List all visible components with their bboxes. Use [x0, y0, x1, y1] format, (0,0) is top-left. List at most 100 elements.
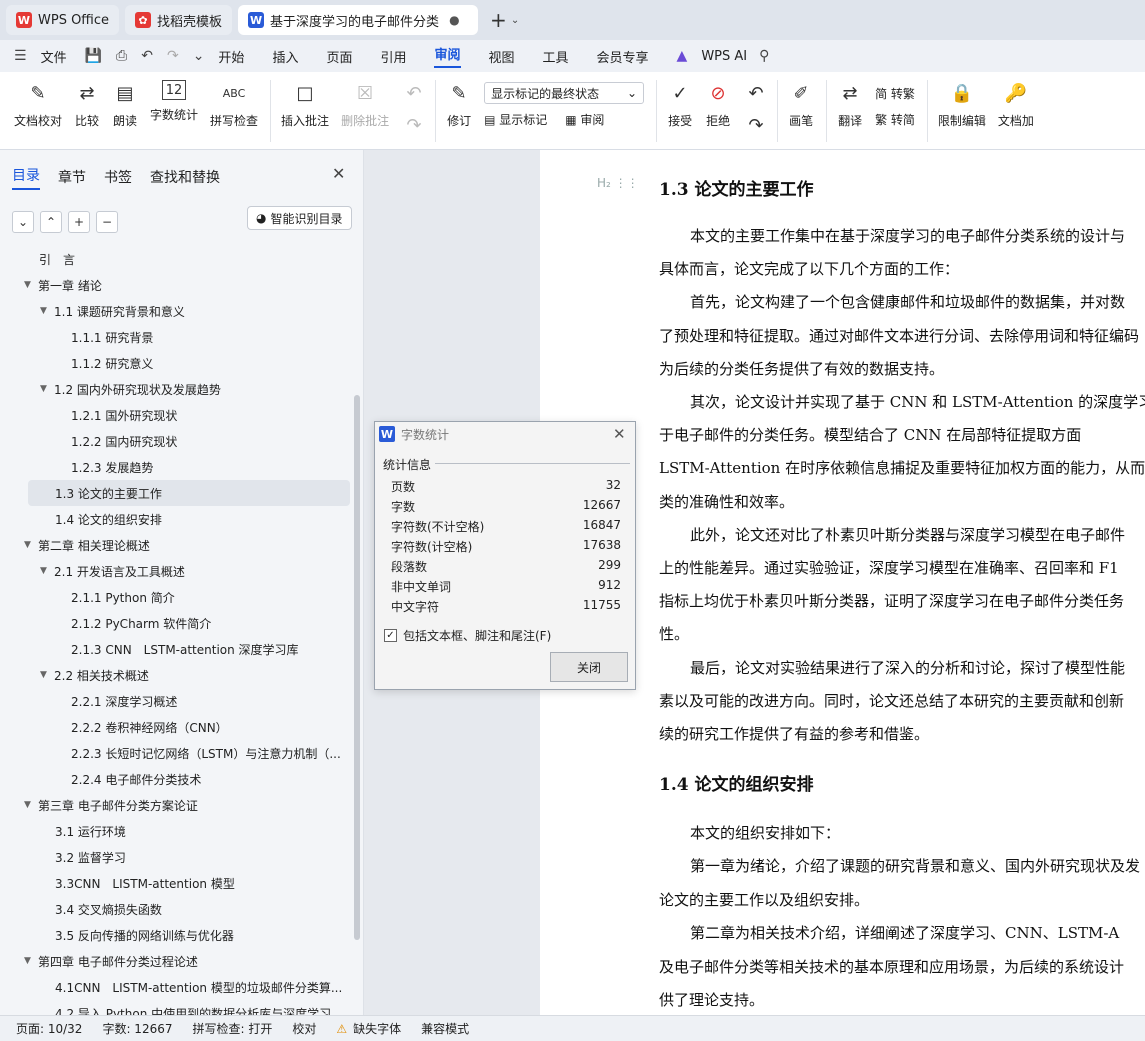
reject-button[interactable]: ⊘ 拒绝: [705, 80, 731, 129]
toc-item[interactable]: 2.2.2 卷积神经网络（CNN）: [0, 714, 356, 740]
toc-item[interactable]: 1.1.2 研究意义: [0, 350, 356, 376]
encrypt-button[interactable]: 🔑 文档加: [998, 80, 1034, 129]
compare-button[interactable]: ⇄ 比较: [74, 80, 100, 129]
review-pane-button[interactable]: ▦ 审阅: [565, 111, 604, 128]
toc-item[interactable]: 1.2.2 国内研究现状: [0, 428, 356, 454]
more-chevron-icon[interactable]: ⌄: [193, 48, 205, 64]
delete-comment-button[interactable]: ☒ 删除批注: [341, 80, 389, 129]
tab-wps-office[interactable]: W WPS Office: [6, 5, 120, 35]
collapse-triangle-icon[interactable]: ▼: [24, 800, 38, 810]
proof-indicator[interactable]: 校对: [292, 1020, 316, 1037]
menu-view[interactable]: 视图: [489, 47, 515, 66]
translate-button[interactable]: ⇄ 翻译: [837, 80, 863, 129]
toc-item[interactable]: 3.1 运行环境: [0, 818, 356, 844]
toc-item[interactable]: 1.2.1 国外研究现状: [0, 402, 356, 428]
tab-sections[interactable]: 章节: [58, 167, 86, 187]
menu-wps-ai[interactable]: WPS AI: [701, 49, 747, 64]
toc-item[interactable]: 4.2 导入 Python 中使用到的数据分析库与深度学习...: [0, 1000, 356, 1016]
to-traditional-button[interactable]: 简 转繁: [875, 80, 915, 106]
markup-select[interactable]: 显示标记的最终状态 ⌄: [484, 82, 645, 104]
restrict-edit-button[interactable]: 🔒 限制编辑: [938, 80, 986, 129]
toc-item[interactable]: 3.4 交叉熵损失函数: [0, 896, 356, 922]
chevron-down-icon[interactable]: ⌄: [511, 15, 519, 26]
toc-scrollbar[interactable]: [354, 395, 360, 940]
toc-item[interactable]: 2.1.1 Python 简介: [0, 584, 356, 610]
word-count-button[interactable]: 12 字数统计: [150, 80, 198, 123]
menu-file[interactable]: 文件: [41, 47, 67, 66]
redo-icon[interactable]: ↷: [167, 48, 179, 64]
comment-nav-buttons[interactable]: ↶ ↷: [401, 80, 427, 138]
revise-button[interactable]: ✎ 修订: [446, 80, 472, 129]
toc-item[interactable]: 2.1.3 CNN LSTM-attention 深度学习库: [0, 636, 356, 662]
heading-handle-icon[interactable]: H₂ ⋮⋮: [597, 176, 639, 190]
toc-item[interactable]: ▼ 第二章 相关理论概述: [0, 532, 356, 558]
new-tab-plus-icon[interactable]: +: [490, 8, 507, 32]
tab-dot-icon[interactable]: ●: [449, 13, 459, 27]
toc-item[interactable]: 3.5 反向传播的网络训练与优化器: [0, 922, 356, 948]
expand-up-button[interactable]: ⌃: [40, 211, 62, 233]
collapse-triangle-icon[interactable]: ▼: [24, 540, 38, 550]
toc-item[interactable]: 1.1.1 研究背景: [0, 324, 356, 350]
menu-tools[interactable]: 工具: [543, 47, 569, 66]
collapse-triangle-icon[interactable]: ▼: [40, 306, 54, 316]
collapse-triangle-icon[interactable]: ▼: [40, 670, 54, 680]
include-textbox-checkbox[interactable]: ✓ 包括文本框、脚注和尾注(F): [384, 627, 551, 644]
collapse-down-button[interactable]: ⌄: [12, 211, 34, 233]
toc-item[interactable]: ▼ 2.1 开发语言及工具概述: [0, 558, 356, 584]
undo-icon[interactable]: ↶: [141, 48, 153, 64]
toc-item[interactable]: 1.4 论文的组织安排: [0, 506, 356, 532]
toc-item[interactable]: 2.1.2 PyCharm 软件简介: [0, 610, 356, 636]
toc-item[interactable]: 2.2.1 深度学习概述: [0, 688, 356, 714]
collapse-triangle-icon[interactable]: ▼: [24, 956, 38, 966]
collapse-triangle-icon[interactable]: ▼: [24, 280, 38, 290]
toc-item[interactable]: 2.2.4 电子邮件分类技术: [0, 766, 356, 792]
read-aloud-button[interactable]: ▤ 朗读: [112, 80, 138, 129]
accept-button[interactable]: ✓ 接受: [667, 80, 693, 129]
change-nav-buttons[interactable]: ↶ ↷: [743, 80, 769, 138]
collapse-triangle-icon[interactable]: ▼: [40, 566, 54, 576]
toc-item[interactable]: 1.2.3 发展趋势: [0, 454, 356, 480]
hamburger-icon[interactable]: ☰: [14, 48, 27, 64]
collapse-triangle-icon[interactable]: ▼: [40, 384, 54, 394]
tab-docer-templates[interactable]: ✿ 找稻壳模板: [125, 5, 233, 35]
smart-toc-button[interactable]: ◕ 智能识别目录: [247, 206, 352, 230]
toc-item[interactable]: ▼ 第四章 电子邮件分类过程论述: [0, 948, 356, 974]
print-icon[interactable]: ⎙: [116, 48, 127, 64]
toc-item[interactable]: 3.2 监督学习: [0, 844, 356, 870]
add-heading-button[interactable]: +: [68, 211, 90, 233]
menu-page[interactable]: 页面: [326, 47, 352, 66]
tab-find-replace[interactable]: 查找和替换: [150, 167, 220, 187]
missing-font-indicator[interactable]: 缺失字体: [353, 1020, 401, 1037]
show-markup-button[interactable]: ▤ 显示标记: [484, 111, 547, 128]
remove-heading-button[interactable]: −: [96, 211, 118, 233]
menu-member[interactable]: 会员专享: [597, 47, 649, 66]
menu-insert[interactable]: 插入: [272, 47, 298, 66]
toc-item[interactable]: 4.1CNN LISTM-attention 模型的垃圾邮件分类算...: [0, 974, 356, 1000]
save-icon[interactable]: 💾: [85, 48, 102, 64]
toc-item[interactable]: 3.3CNN LISTM-attention 模型: [0, 870, 356, 896]
menu-review[interactable]: 审阅: [434, 44, 461, 68]
close-button[interactable]: 关闭: [550, 652, 628, 682]
toc-item[interactable]: ▼ 1.1 课题研究背景和意义: [0, 298, 356, 324]
spell-check-indicator[interactable]: 拼写检查: 打开: [193, 1020, 273, 1037]
page-indicator[interactable]: 页面: 10/32: [16, 1020, 82, 1037]
to-simplified-button[interactable]: 繁 转简: [875, 106, 915, 132]
pen-button[interactable]: ✐ 画笔: [788, 80, 814, 129]
toc-item[interactable]: ▼ 第一章 绪论: [0, 272, 356, 298]
toc-item[interactable]: ▼ 第三章 电子邮件分类方案论证: [0, 792, 356, 818]
tab-toc[interactable]: 目录: [12, 165, 40, 190]
proofread-button[interactable]: ✎ 文档校对: [14, 80, 62, 129]
toc-item[interactable]: 引 言: [0, 246, 356, 272]
tab-bookmarks[interactable]: 书签: [104, 167, 132, 187]
toc-item[interactable]: ▼ 2.2 相关技术概述: [0, 662, 356, 688]
spell-check-button[interactable]: ABC 拼写检查: [210, 80, 258, 129]
toc-item[interactable]: 1.3 论文的主要工作: [28, 480, 350, 506]
insert-comment-button[interactable]: □ 插入批注: [281, 80, 329, 129]
toc-item[interactable]: 2.2.3 长短时记忆网络（LSTM）与注意力机制（...: [0, 740, 356, 766]
toc-item[interactable]: ▼ 1.2 国内外研究现状及发展趋势: [0, 376, 356, 402]
search-icon[interactable]: ⚲: [759, 48, 769, 64]
close-icon[interactable]: ✕: [332, 164, 345, 183]
menu-references[interactable]: 引用: [380, 47, 406, 66]
tab-document[interactable]: W 基于深度学习的电子邮件分类 ●: [238, 5, 479, 35]
word-count-indicator[interactable]: 字数: 12667: [102, 1020, 172, 1037]
